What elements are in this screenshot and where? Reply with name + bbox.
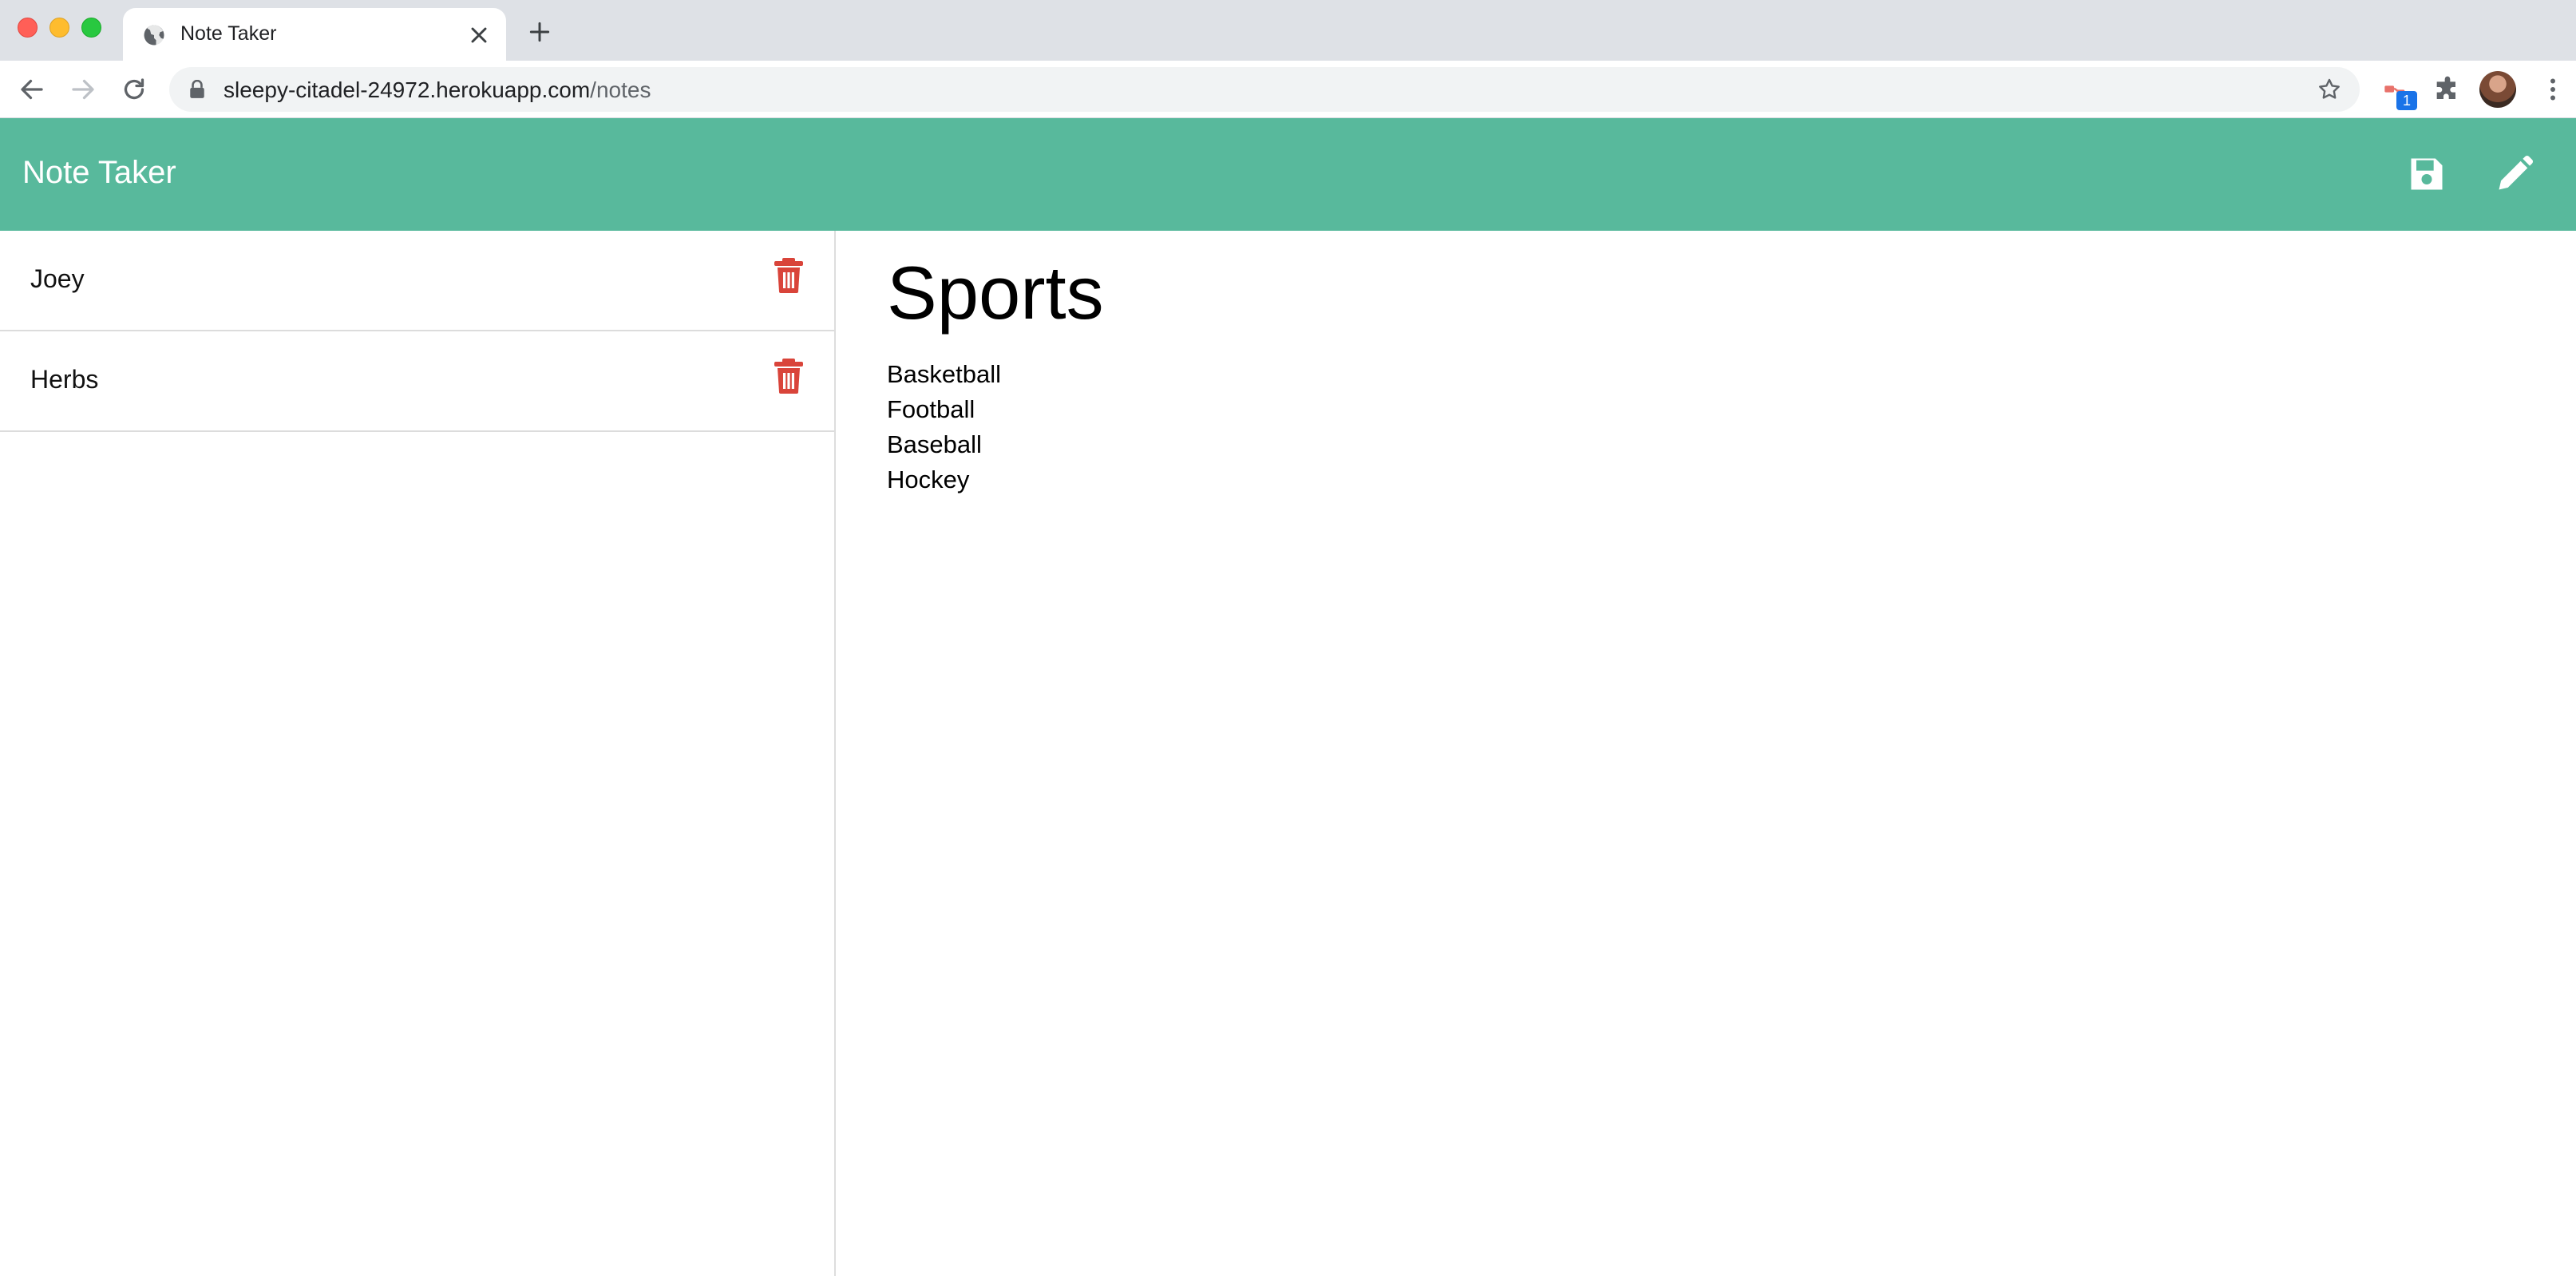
save-icon[interactable] — [2406, 153, 2447, 195]
forward-arrow-icon[interactable] — [69, 75, 97, 104]
extension-badge: 1 — [2396, 91, 2417, 110]
bookmark-star-icon[interactable] — [2317, 77, 2342, 102]
note-title: Joey — [30, 264, 85, 293]
url-host: sleepy-citadel-24972.herokuapp.com — [224, 77, 591, 102]
url-text: sleepy-citadel-24972.herokuapp.com/notes — [224, 77, 651, 103]
close-icon[interactable] — [466, 22, 492, 48]
note-line: Basketball — [887, 360, 1002, 388]
browser-toolbar: sleepy-citadel-24972.herokuapp.com/notes — [0, 61, 2576, 118]
new-tab-icon[interactable] — [527, 19, 552, 45]
reload-icon[interactable] — [120, 75, 148, 104]
app-navbar: Note Taker — [0, 118, 2576, 231]
notes-sidebar: Joey Herbs — [0, 231, 836, 1276]
app-title[interactable]: Note Taker — [22, 155, 176, 191]
list-item[interactable]: Herbs — [0, 331, 834, 432]
puzzle-icon[interactable] — [2432, 75, 2463, 107]
url-path: /notes — [590, 77, 651, 102]
tab-title: Note Taker — [180, 22, 277, 45]
note-title: Herbs — [30, 365, 99, 394]
note-text-area[interactable]: Basketball Football Baseball Hockey — [887, 357, 1001, 497]
note-editor: Sports Basketball Football Baseball Hock… — [837, 231, 2576, 1276]
trash-icon[interactable] — [774, 258, 803, 293]
browser-tabstrip: Note Taker — [0, 0, 2576, 61]
more-menu-icon[interactable] — [2538, 75, 2567, 104]
note-line: Football — [887, 395, 975, 423]
back-arrow-icon[interactable] — [18, 75, 46, 104]
profile-avatar[interactable] — [2479, 71, 2516, 108]
window-minimize-button[interactable] — [49, 18, 69, 38]
note-title-input[interactable]: Sports — [887, 250, 1104, 336]
browser-tab[interactable]: Note Taker — [123, 8, 506, 61]
lock-icon — [190, 80, 204, 98]
pencil-icon[interactable] — [2494, 153, 2535, 195]
address-bar[interactable]: sleepy-citadel-24972.herokuapp.com/notes — [169, 67, 2360, 112]
trash-icon[interactable] — [774, 359, 803, 394]
window-zoom-button[interactable] — [81, 18, 101, 38]
list-item[interactable]: Joey — [0, 231, 834, 331]
globe-icon — [144, 25, 164, 46]
note-line: Hockey — [887, 466, 970, 493]
note-line: Baseball — [887, 430, 982, 458]
window-close-button[interactable] — [18, 18, 38, 38]
